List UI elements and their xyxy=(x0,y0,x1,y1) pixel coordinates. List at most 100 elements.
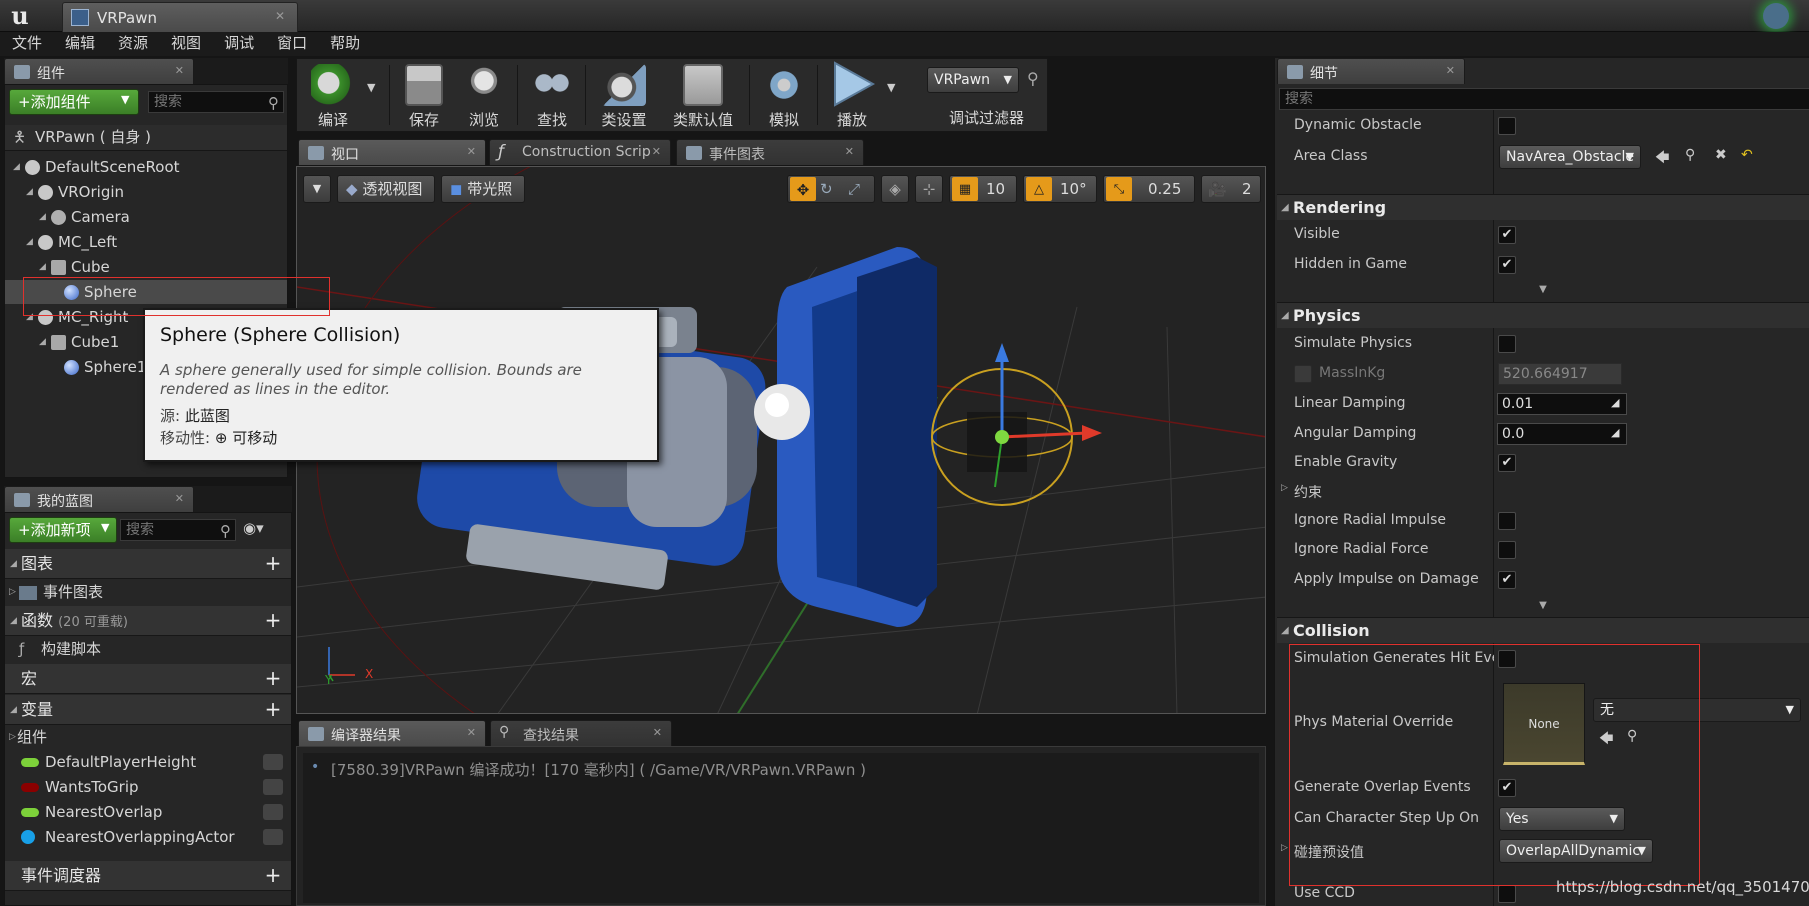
menu-asset[interactable]: 资源 xyxy=(118,32,148,56)
visibility-eye-icon[interactable] xyxy=(263,804,283,820)
category-event-dispatchers[interactable]: 事件调度器 + xyxy=(5,861,291,891)
debug-search-icon[interactable]: ⚲ xyxy=(1027,69,1039,88)
use-selected-arrow-icon[interactable]: 🡄 xyxy=(1655,147,1669,171)
add-variable-button[interactable]: + xyxy=(263,699,283,720)
collapse-icon[interactable]: ◢ xyxy=(39,255,46,279)
tree-item[interactable]: ◢ DefaultSceneRoot xyxy=(5,155,287,179)
variable-item[interactable]: WantsToGrip xyxy=(5,775,291,800)
play-options-arrow-icon[interactable]: ▼ xyxy=(887,81,895,94)
section-rendering[interactable]: ◢ Rendering xyxy=(1277,194,1809,220)
rotate-icon[interactable]: ↻ xyxy=(820,176,833,202)
compile-button[interactable]: 编译 xyxy=(303,59,363,131)
tab-details[interactable]: 细节 ✕ xyxy=(1277,58,1465,84)
collapse-icon[interactable]: ◢ xyxy=(26,305,33,329)
section-physics[interactable]: ◢ Physics xyxy=(1277,302,1809,328)
enable-gravity-checkbox[interactable]: ✔ xyxy=(1498,454,1516,472)
close-icon[interactable]: ✕ xyxy=(275,9,285,23)
rotation-snap-icon[interactable]: △ xyxy=(1026,177,1052,201)
hidden-in-game-checkbox[interactable]: ✔ xyxy=(1498,256,1516,274)
document-tab[interactable]: VRPawn ✕ xyxy=(62,2,298,32)
browse-button[interactable]: 浏览 xyxy=(455,59,513,131)
tab-compiler-results[interactable]: 编译器结果 ✕ xyxy=(298,720,486,746)
browse-search-icon[interactable]: ⚲ xyxy=(1627,728,1637,744)
dynamic-obstacle-checkbox[interactable] xyxy=(1498,117,1516,135)
close-icon[interactable]: ✕ xyxy=(467,145,476,158)
ignore-radial-impulse-checkbox[interactable] xyxy=(1498,512,1516,530)
collapse-icon[interactable]: ◢ xyxy=(26,180,33,204)
category-graphs[interactable]: ◢ 图表 + xyxy=(5,549,291,579)
category-macros[interactable]: 宏 + xyxy=(5,664,291,694)
linear-damping-field[interactable]: 0.01 ◢ xyxy=(1497,393,1627,415)
tab-construction-script[interactable]: ƒ Construction Scrip ✕ xyxy=(489,139,671,165)
tab-find-results[interactable]: ⚲ 查找结果 ✕ xyxy=(490,720,672,746)
tree-item[interactable]: ◢ Camera xyxy=(5,205,287,229)
play-button[interactable]: 播放 xyxy=(823,59,881,131)
category-functions[interactable]: ◢ 函数 (20 可重载) + xyxy=(5,606,291,636)
close-icon[interactable]: ✕ xyxy=(175,492,184,505)
compile-options-arrow-icon[interactable]: ▼ xyxy=(367,81,375,94)
simulate-physics-checkbox[interactable] xyxy=(1498,335,1516,353)
construction-script-item[interactable]: ƒ 构建脚本 xyxy=(5,637,291,662)
close-icon[interactable]: ✕ xyxy=(653,726,662,739)
scale-icon[interactable]: ⤢ xyxy=(848,176,860,202)
rendering-advanced-toggle[interactable]: ▼ xyxy=(1277,284,1809,296)
find-button[interactable]: 查找 xyxy=(523,59,581,131)
perspective-button[interactable]: ◆ 透视视图 xyxy=(337,175,435,203)
step-up-select[interactable]: Yes ▼ xyxy=(1499,807,1625,831)
close-icon[interactable]: ✕ xyxy=(845,145,854,158)
transform-gizmo[interactable] xyxy=(931,343,1102,506)
constraints-row[interactable]: ▷ 约束 xyxy=(1277,477,1809,505)
close-icon[interactable]: ✕ xyxy=(1446,64,1455,77)
angular-damping-field[interactable]: 0.0 ◢ xyxy=(1497,423,1627,445)
browse-search-icon[interactable]: ⚲ xyxy=(1685,147,1695,163)
simulate-button[interactable]: 模拟 xyxy=(755,59,813,131)
debug-target-select[interactable]: VRPawn ▼ xyxy=(927,67,1019,93)
add-function-button[interactable]: + xyxy=(263,610,283,631)
collapse-icon[interactable]: ◢ xyxy=(39,330,46,354)
save-button[interactable]: 保存 xyxy=(395,59,453,131)
viewport-options-button[interactable]: ▼ xyxy=(303,175,331,203)
mass-override-checkbox[interactable] xyxy=(1294,365,1312,383)
menu-help[interactable]: 帮助 xyxy=(330,32,360,56)
rotation-snap-value[interactable]: 10° xyxy=(1060,176,1087,202)
class-settings-button[interactable]: 类设置 xyxy=(589,59,659,131)
scale-snap-value[interactable]: 0.25 xyxy=(1148,176,1181,202)
scale-snap-icon[interactable]: ⤡ xyxy=(1106,177,1132,201)
grid-snap-value[interactable]: 10 xyxy=(986,176,1005,202)
class-defaults-button[interactable]: 类默认值 xyxy=(663,59,743,131)
collapse-icon[interactable]: ◢ xyxy=(39,205,46,229)
tree-item[interactable]: ◢ Cube xyxy=(5,255,287,279)
event-graph-item[interactable]: ▷ 事件图表 xyxy=(5,580,291,605)
generate-overlap-checkbox[interactable]: ✔ xyxy=(1498,779,1516,797)
close-icon[interactable]: ✕ xyxy=(175,64,184,77)
eye-icon[interactable]: ◉▾ xyxy=(243,519,264,537)
tree-item[interactable]: Sphere xyxy=(5,280,287,304)
translate-icon[interactable]: ✥ xyxy=(790,177,816,201)
visibility-eye-icon[interactable] xyxy=(263,779,283,795)
tab-my-blueprint[interactable]: 我的蓝图 ✕ xyxy=(4,486,194,512)
ignore-radial-force-checkbox[interactable] xyxy=(1498,541,1516,559)
unreal-logo-icon[interactable]: u xyxy=(6,2,34,30)
tab-event-graph[interactable]: 事件图表 ✕ xyxy=(676,139,864,165)
details-search-input[interactable]: 搜索 xyxy=(1279,88,1809,110)
menu-edit[interactable]: 编辑 xyxy=(65,32,95,56)
close-icon[interactable]: ✕ xyxy=(652,145,661,158)
source-control-icon[interactable] xyxy=(1763,3,1789,29)
menu-window[interactable]: 窗口 xyxy=(277,32,307,56)
phys-material-select[interactable]: 无 ▼ xyxy=(1593,698,1801,722)
variable-item[interactable]: DefaultPlayerHeight xyxy=(5,750,291,775)
add-macro-button[interactable]: + xyxy=(263,668,283,689)
visibility-eye-icon[interactable] xyxy=(263,754,283,770)
variable-item[interactable]: NearestOverlappingActor xyxy=(5,825,291,850)
blueprint-search-input[interactable]: 搜索 ⚲ xyxy=(120,519,236,541)
area-class-select[interactable]: NavArea_Obstacle ▼ xyxy=(1499,145,1641,169)
tab-components[interactable]: 组件 ✕ xyxy=(4,58,194,84)
add-component-button[interactable]: +添加组件 xyxy=(9,89,139,115)
variables-components-group[interactable]: ▷ 组件 xyxy=(5,725,291,750)
camera-speed-group[interactable]: 🎥 2 xyxy=(1201,175,1261,203)
collision-presets-select[interactable]: OverlapAllDynamic ▼ xyxy=(1499,839,1653,863)
tree-item[interactable]: ◢ MC_Left xyxy=(5,230,287,254)
surface-snap-toggle[interactable]: ⊹ xyxy=(915,175,943,203)
self-row[interactable]: 🯅 VRPawn ( 自身 ) xyxy=(5,125,287,151)
use-selected-arrow-icon[interactable]: 🡄 xyxy=(1599,728,1613,752)
